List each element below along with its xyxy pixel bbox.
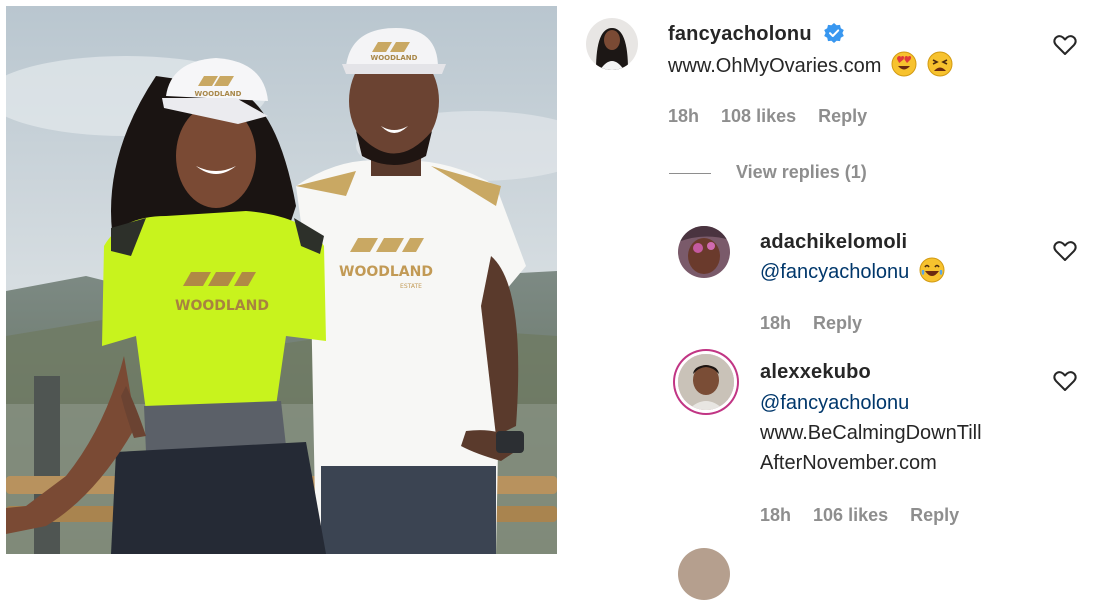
comment-username[interactable]: adachikelomoli bbox=[760, 231, 907, 254]
next-comment-partial bbox=[760, 552, 880, 560]
mention-link[interactable]: @fancyacholonu bbox=[760, 261, 909, 283]
shirt-sub-right: ESTATE bbox=[400, 283, 422, 290]
laughing-emoji-icon bbox=[919, 257, 945, 292]
username-text[interactable]: fancyacholonu bbox=[668, 23, 812, 45]
shirt-brand-right: WOODLAND bbox=[339, 264, 433, 280]
avatar-adachikelomoli[interactable] bbox=[678, 226, 730, 278]
view-replies-button[interactable]: View replies (1) bbox=[736, 162, 867, 183]
mention-link[interactable]: @fancyacholonu bbox=[760, 392, 909, 414]
tired-face-emoji-icon bbox=[927, 51, 953, 86]
comment-time[interactable]: 18h bbox=[760, 505, 791, 525]
comment-username[interactable]: alexxekubo bbox=[760, 361, 871, 384]
comment-text: @fancyacholonu www.BeCalmingDownTill Aft… bbox=[760, 388, 982, 478]
view-replies-divider bbox=[669, 173, 711, 174]
comments-panel: fancyacholonu www.OhMyOvaries.com 18h 108… bbox=[570, 0, 1120, 600]
reply-button[interactable]: Reply bbox=[813, 313, 862, 333]
avatar-alexxekubo[interactable] bbox=[678, 354, 734, 410]
reply-button[interactable]: Reply bbox=[818, 106, 867, 126]
comment-text: @fancyacholonu bbox=[760, 257, 945, 292]
comment-likes[interactable]: 106 likes bbox=[813, 505, 888, 525]
view-replies-label[interactable]: View replies (1) bbox=[736, 162, 867, 182]
avatar-next-comment[interactable] bbox=[678, 548, 730, 600]
comment-time[interactable]: 18h bbox=[668, 106, 699, 126]
comment-link-text[interactable]: www.OhMyOvaries.com bbox=[668, 55, 881, 77]
like-heart-icon[interactable] bbox=[1053, 240, 1077, 262]
reply-button[interactable]: Reply bbox=[910, 505, 959, 525]
shirt-brand-left: WOODLAND bbox=[175, 298, 269, 314]
comment-meta: 18h Reply bbox=[760, 313, 884, 334]
avatar-fancyacholonu[interactable] bbox=[586, 18, 638, 70]
username-text[interactable]: adachikelomoli bbox=[760, 231, 907, 253]
comment-likes[interactable]: 108 likes bbox=[721, 106, 796, 126]
post-photo: WOODLAND WOODLAND ESTATE WOODLAND WOODLA… bbox=[6, 6, 557, 554]
comment-link-line2[interactable]: AfterNovember.com bbox=[760, 448, 982, 478]
like-heart-icon[interactable] bbox=[1053, 370, 1077, 392]
comment-text: www.OhMyOvaries.com bbox=[668, 51, 953, 86]
comment-link-line1[interactable]: www.BeCalmingDownTill bbox=[760, 418, 982, 448]
comment-meta: 18h 108 likes Reply bbox=[668, 106, 889, 127]
heart-eyes-emoji-icon bbox=[891, 51, 917, 86]
username-text[interactable]: alexxekubo bbox=[760, 361, 871, 383]
cap-brand-left: WOODLAND bbox=[195, 90, 242, 98]
comment-time[interactable]: 18h bbox=[760, 313, 791, 333]
comment-meta: 18h 106 likes Reply bbox=[760, 505, 981, 526]
verified-badge-icon bbox=[823, 23, 844, 49]
like-heart-icon[interactable] bbox=[1053, 34, 1077, 56]
cap-brand-right: WOODLAND bbox=[371, 54, 418, 62]
comment-username[interactable]: fancyacholonu bbox=[668, 23, 844, 49]
